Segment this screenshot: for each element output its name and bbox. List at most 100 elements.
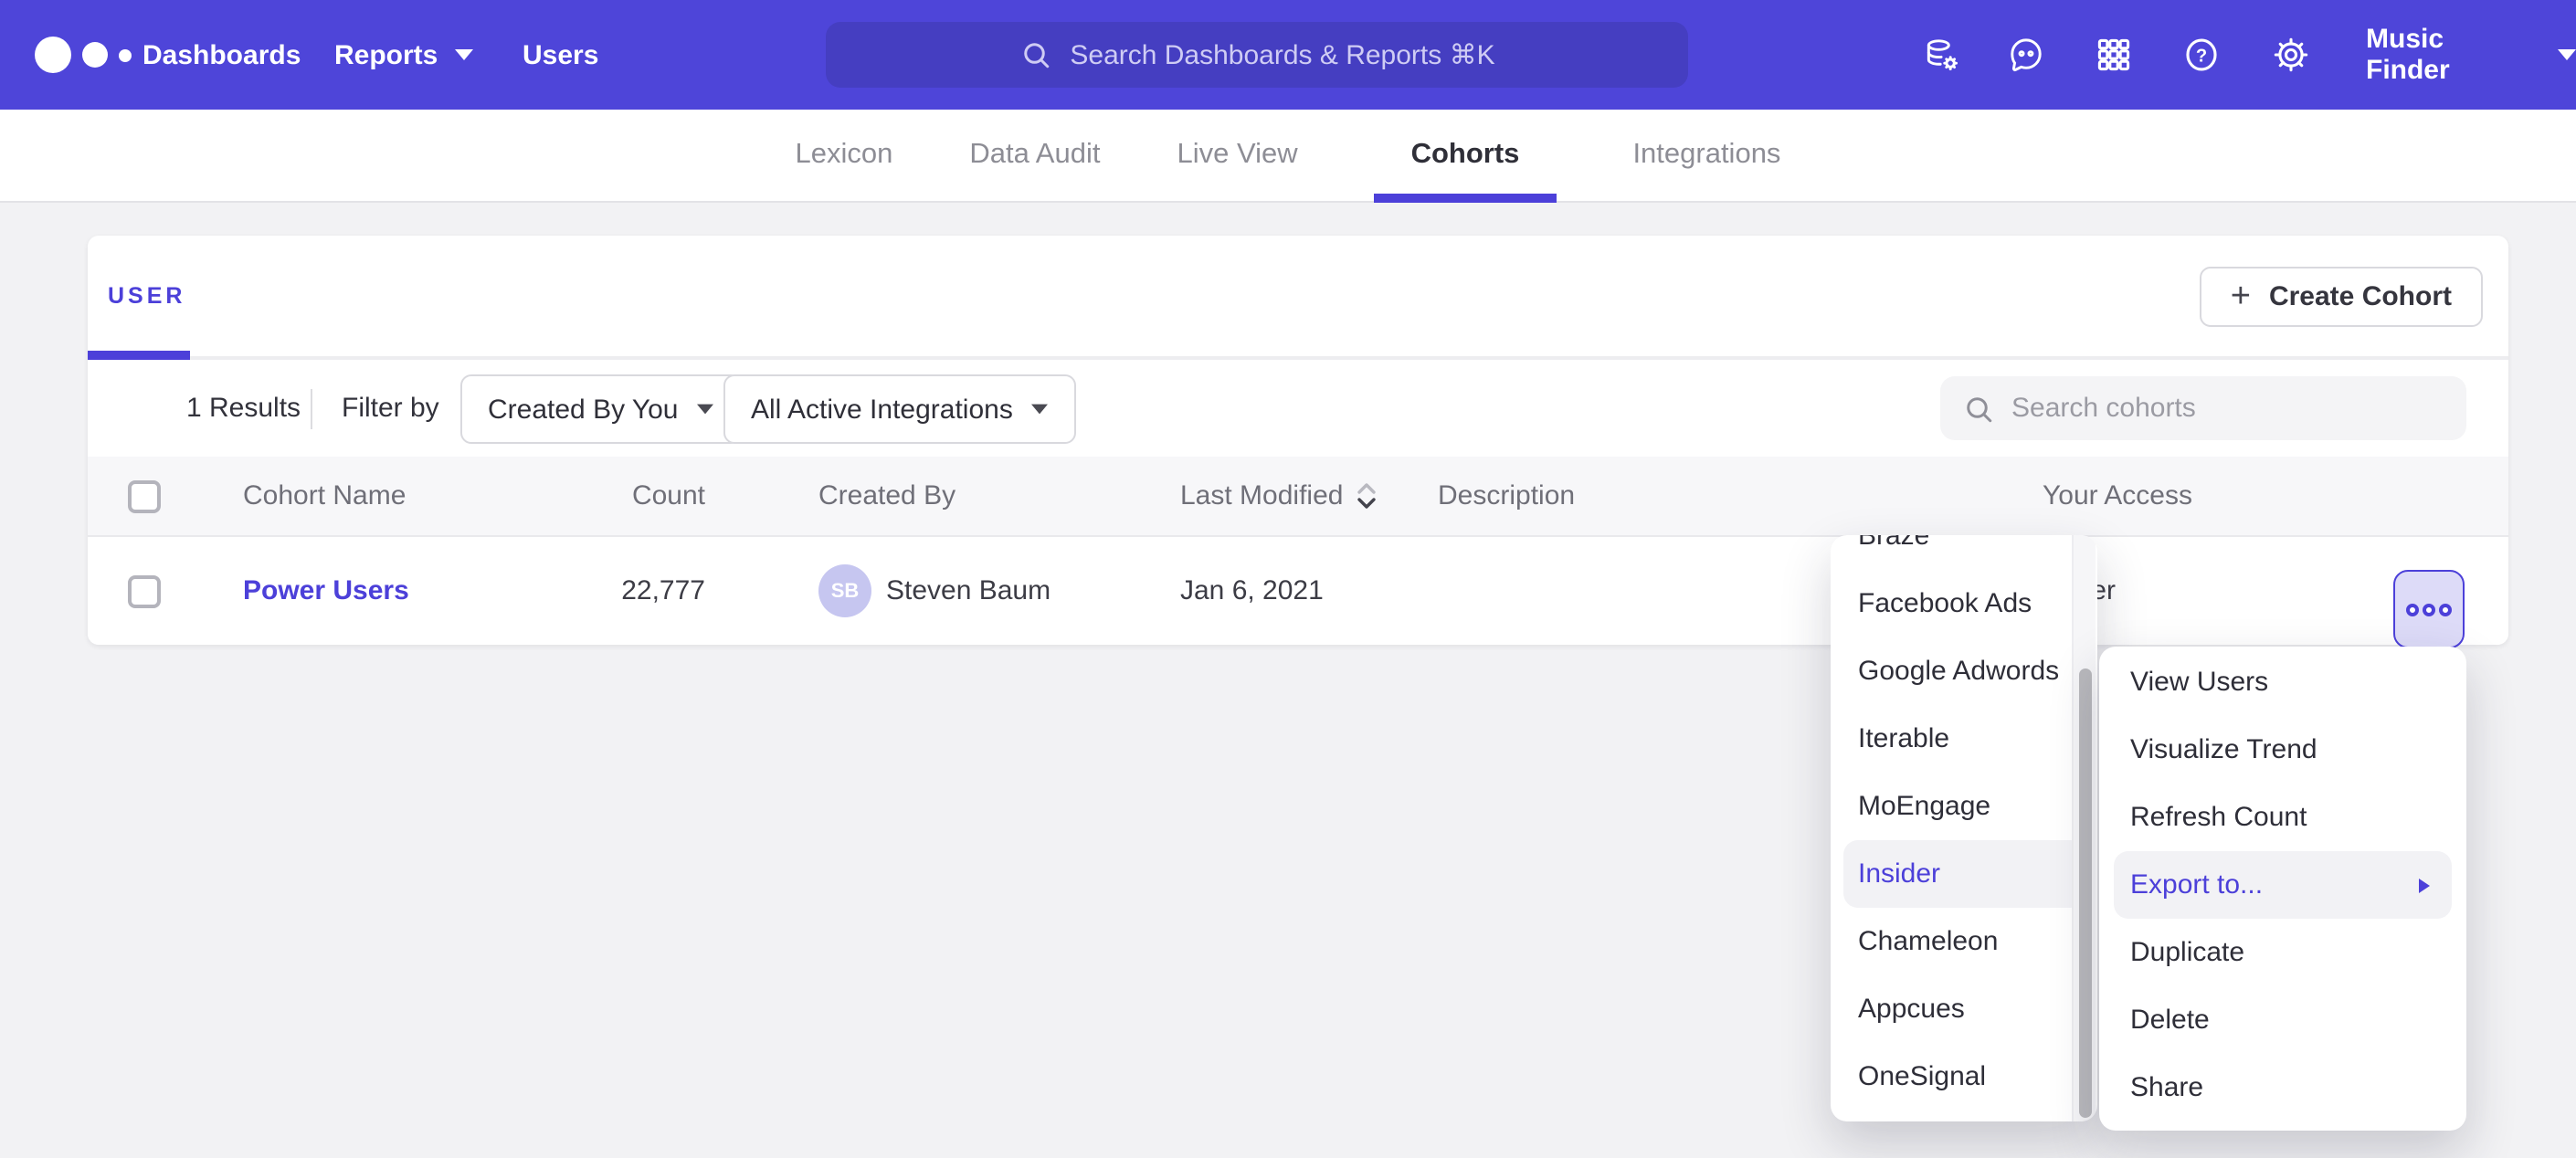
tab-label: Lexicon	[796, 139, 893, 172]
menu-item-iterable[interactable]: Iterable	[1831, 705, 2097, 773]
created-by-filter-dropdown[interactable]: Created By You	[460, 374, 743, 444]
last-modified-cell: Jan 6, 2021	[1180, 537, 1324, 645]
tab-integrations[interactable]: Integrations	[1632, 109, 1780, 202]
cohort-search-box	[1940, 376, 2466, 440]
account-name: Music Finder	[2366, 24, 2530, 86]
logo-dot-icon	[119, 48, 132, 61]
search-icon	[1019, 38, 1051, 71]
menu-item-insider[interactable]: Insider	[1843, 840, 2085, 908]
tab-label: Live View	[1177, 139, 1297, 172]
create-cohort-label: Create Cohort	[2269, 281, 2452, 312]
row-context-menu: View Users Visualize Trend Refresh Count…	[2099, 647, 2466, 1131]
tab-label: Data Audit	[969, 139, 1100, 172]
menu-item-export-to[interactable]: Export to...	[2114, 851, 2452, 919]
results-count: 1 Results	[186, 393, 301, 424]
row-checkbox[interactable]	[128, 574, 161, 607]
chevron-down-icon	[698, 405, 714, 415]
settings-gear-icon[interactable]	[2271, 35, 2311, 75]
export-to-label: Export to...	[2130, 869, 2263, 900]
integrations-filter-label: All Active Integrations	[751, 394, 1013, 425]
menu-item-google-adwords[interactable]: Google Adwords	[1831, 637, 2097, 705]
nav-users-label: Users	[523, 39, 598, 70]
row-actions-button[interactable]	[2393, 570, 2465, 648]
plus-icon: +	[2231, 279, 2251, 314]
brand-logo[interactable]	[35, 0, 132, 110]
export-to-submenu: Braze Facebook Ads Google Adwords Iterab…	[1831, 535, 2097, 1121]
section-tab-bar: Lexicon Data Audit Live View Cohorts Int…	[0, 110, 2576, 203]
tab-user-label: USER	[108, 283, 185, 309]
nav-dashboards-label: Dashboards	[143, 39, 301, 70]
create-cohort-button[interactable]: + Create Cohort	[2200, 267, 2483, 327]
avatar: SB	[818, 564, 871, 617]
created-by-filter-label: Created By You	[488, 394, 679, 425]
tab-lexicon[interactable]: Lexicon	[796, 109, 893, 202]
table-header: Cohort Name Count Created By Last Modifi…	[88, 457, 2508, 537]
menu-item-view-users[interactable]: View Users	[2099, 648, 2466, 716]
apps-grid-icon[interactable]	[2094, 35, 2134, 75]
tab-live-view[interactable]: Live View	[1177, 109, 1297, 202]
chevron-down-icon	[454, 49, 472, 60]
table-row: Power Users 22,777 SB Steven Baum Jan 6,…	[88, 537, 2508, 645]
select-all-checkbox[interactable]	[128, 479, 161, 512]
logo-dot-icon	[82, 42, 108, 68]
menu-item-share[interactable]: Share	[2099, 1054, 2466, 1121]
tab-label: Cohorts	[1411, 139, 1520, 172]
menu-item-moengage[interactable]: MoEngage	[1831, 773, 2097, 840]
submenu-scrollbar-track[interactable]	[2072, 535, 2096, 1121]
menu-item-delete[interactable]: Delete	[2099, 986, 2466, 1054]
chevron-down-icon	[1032, 405, 1049, 415]
menu-item-duplicate[interactable]: Duplicate	[2099, 919, 2466, 986]
chevron-down-icon	[2558, 49, 2576, 60]
cohorts-panel: USER + Create Cohort 1 Results Filter by…	[88, 236, 2508, 645]
tab-user-cohorts[interactable]: USER	[108, 236, 185, 356]
cohort-count: 22,777	[544, 537, 705, 645]
cohort-name-link[interactable]: Power Users	[243, 575, 409, 606]
search-icon	[1962, 392, 1995, 425]
menu-item-braze[interactable]: Braze	[1831, 535, 2097, 570]
active-tab-underline	[88, 351, 190, 360]
global-search-placeholder: Search Dashboards & Reports ⌘K	[1070, 38, 1494, 71]
creator-name: Steven Baum	[886, 575, 1050, 606]
help-icon[interactable]: ?	[2181, 35, 2222, 75]
submenu-arrow-icon	[2419, 878, 2430, 892]
header-your-access[interactable]: Your Access	[2043, 457, 2192, 535]
top-nav-bar: Dashboards Reports Users Search Dashboar…	[0, 0, 2576, 110]
header-last-modified-label: Last Modified	[1180, 480, 1343, 511]
tab-data-audit[interactable]: Data Audit	[969, 109, 1100, 202]
nav-reports[interactable]: Reports	[334, 0, 472, 110]
menu-item-chameleon[interactable]: Chameleon	[1831, 908, 2097, 975]
header-cohort-name[interactable]: Cohort Name	[243, 457, 406, 535]
nav-reports-label: Reports	[334, 39, 438, 70]
integrations-filter-dropdown[interactable]: All Active Integrations	[723, 374, 1077, 444]
cohort-type-tabs: USER + Create Cohort	[88, 236, 2508, 360]
menu-item-onesignal[interactable]: OneSignal	[1831, 1043, 2097, 1111]
menu-item-appcues[interactable]: Appcues	[1831, 975, 2097, 1043]
tab-cohorts[interactable]: Cohorts	[1375, 109, 1557, 202]
sort-icon	[1356, 482, 1378, 510]
nav-dashboards[interactable]: Dashboards	[143, 0, 301, 110]
more-options-icon	[2404, 600, 2454, 618]
data-management-icon[interactable]	[1922, 35, 1962, 75]
svg-text:?: ?	[2196, 46, 2207, 66]
cohort-search-input[interactable]	[2011, 393, 2432, 424]
header-count[interactable]: Count	[544, 457, 705, 535]
nav-users[interactable]: Users	[523, 0, 598, 110]
divider	[311, 389, 312, 429]
tab-label: Integrations	[1632, 139, 1780, 172]
submenu-scrollbar-thumb[interactable]	[2079, 668, 2092, 1118]
header-description[interactable]: Description	[1438, 457, 1575, 535]
feedback-icon[interactable]	[2006, 35, 2046, 75]
menu-item-refresh-count[interactable]: Refresh Count	[2099, 784, 2466, 851]
logo-dot-icon	[35, 37, 71, 73]
account-menu[interactable]: Music Finder	[2366, 0, 2576, 110]
mixpanel-cohorts-page: Dashboards Reports Users Search Dashboar…	[0, 0, 2576, 1158]
filter-by-label: Filter by	[342, 393, 439, 424]
global-search-bar[interactable]: Search Dashboards & Reports ⌘K	[826, 22, 1688, 88]
header-last-modified[interactable]: Last Modified	[1180, 457, 1378, 535]
menu-item-facebook-ads[interactable]: Facebook Ads	[1831, 570, 2097, 637]
export-destination-list: Braze Facebook Ads Google Adwords Iterab…	[1831, 535, 2097, 1111]
filter-toolbar: 1 Results Filter by Created By You All A…	[88, 360, 2508, 457]
menu-item-visualize-trend[interactable]: Visualize Trend	[2099, 716, 2466, 784]
header-created-by[interactable]: Created By	[818, 457, 955, 535]
created-by-cell: SB Steven Baum	[818, 537, 1050, 645]
